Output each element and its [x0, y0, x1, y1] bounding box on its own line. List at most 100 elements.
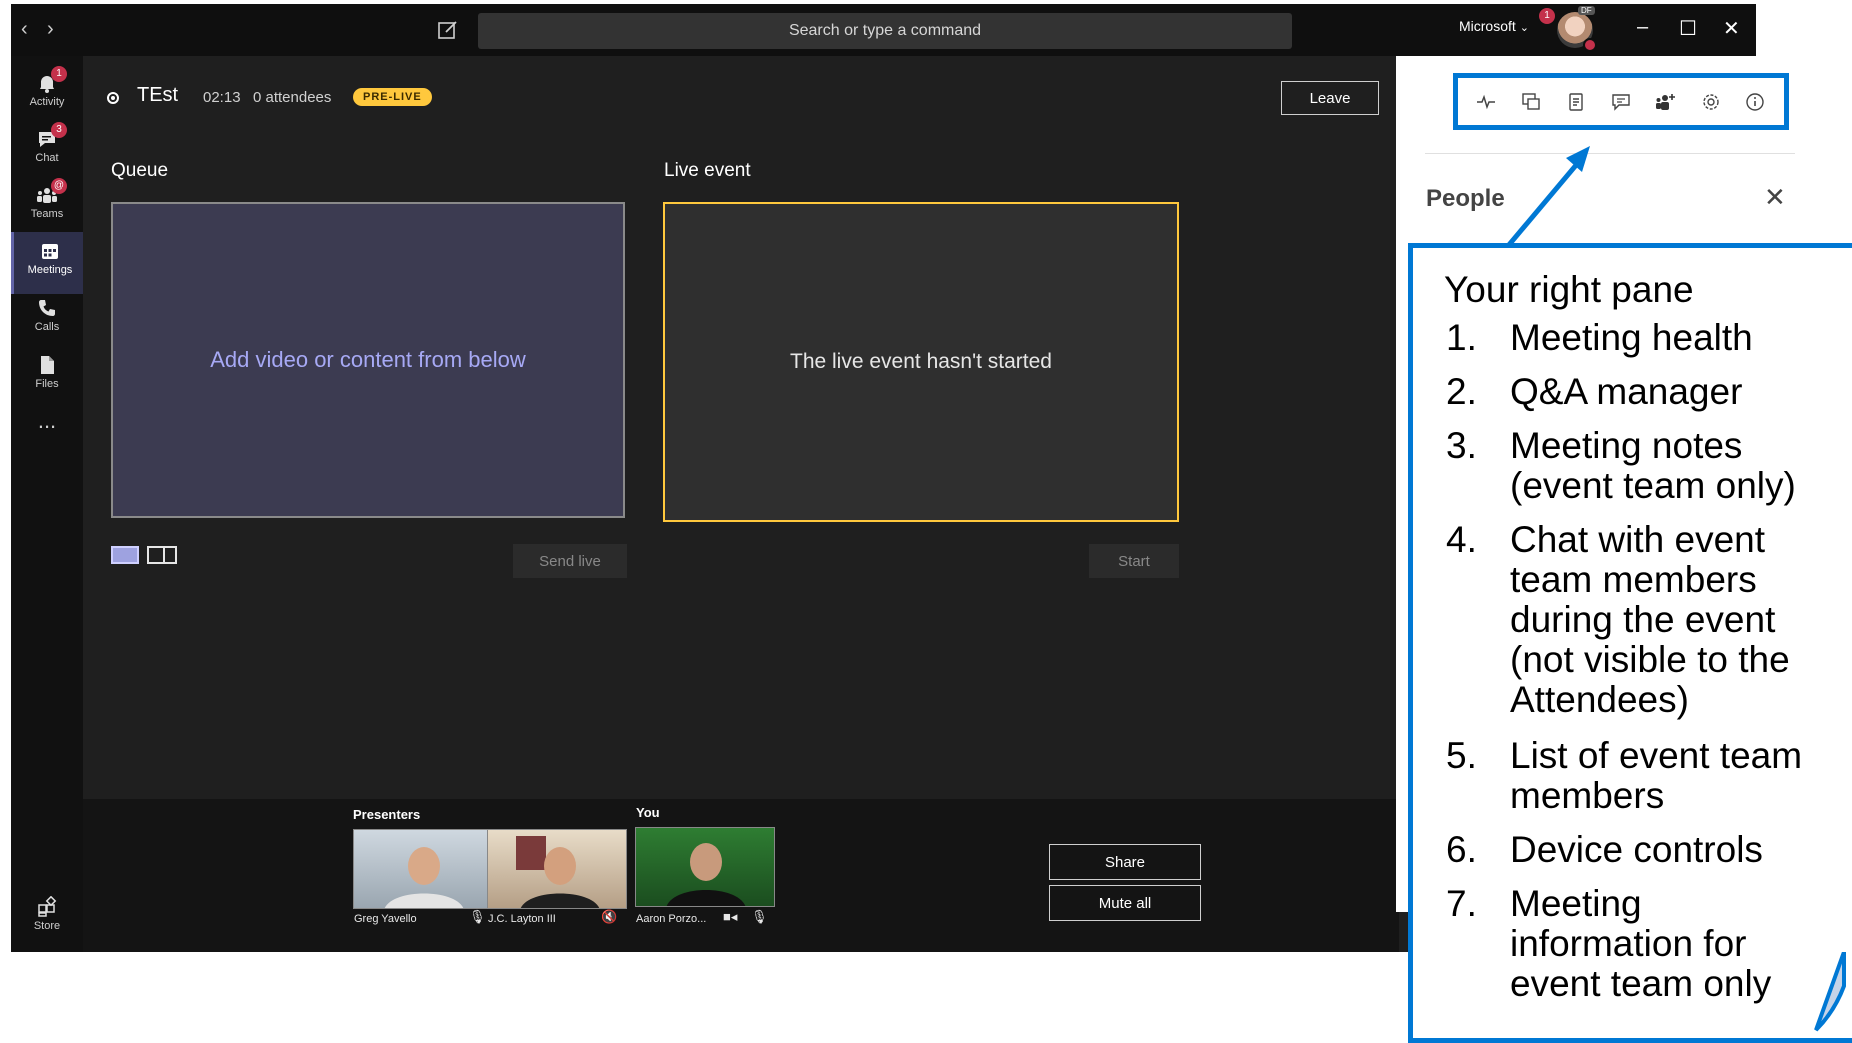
chat-icon[interactable] — [1610, 91, 1632, 113]
device-settings-icon[interactable] — [1700, 91, 1722, 113]
maximize-icon[interactable]: ☐ — [1679, 16, 1697, 41]
event-timer: 02:13 — [203, 89, 241, 106]
file-icon — [41, 356, 54, 374]
rail-item-files[interactable]: Files — [11, 346, 83, 408]
mute-all-button[interactable]: Mute all — [1049, 885, 1201, 921]
minimize-icon[interactable]: – — [1637, 16, 1648, 39]
callout-item-text: Attendees) — [1510, 679, 1689, 720]
rail-label: Activity — [29, 96, 65, 108]
close-icon[interactable]: ✕ — [1764, 182, 1786, 213]
presenter-video — [385, 847, 463, 908]
presenter-name: Greg Yavello — [354, 913, 417, 925]
more-apps-icon[interactable]: ... — [11, 408, 83, 470]
participant-strip: Presenters You Greg Yavello 🎙 J.C. Layto… — [83, 799, 1399, 952]
callout-item-number: 3. — [1446, 425, 1477, 466]
callout-item-text: (event team only) — [1510, 465, 1796, 506]
avatar-initials: DF — [1578, 6, 1595, 15]
start-button[interactable]: Start — [1089, 544, 1179, 578]
rail-item-meetings[interactable]: Meetings — [11, 232, 86, 294]
compose-icon[interactable] — [436, 18, 460, 42]
rail-item-chat[interactable]: Chat 3 — [11, 120, 83, 182]
org-notification-badge: 1 — [1539, 8, 1555, 24]
activity-badge: 1 — [51, 66, 67, 82]
calendar-icon — [42, 244, 58, 259]
store-icon — [38, 896, 57, 917]
self-video-tile[interactable] — [635, 827, 775, 907]
rail-item-teams[interactable]: Teams @ — [11, 176, 83, 238]
qa-manager-icon[interactable] — [1520, 91, 1542, 113]
callout-item-number: 2. — [1446, 371, 1477, 412]
forward-arrow-icon[interactable]: › — [47, 18, 54, 41]
callout-item-number: 1. — [1446, 317, 1477, 358]
callout-item-text: event team only — [1510, 963, 1772, 1004]
rail-label: Files — [35, 378, 59, 390]
queue-placeholder: Add video or content from below — [210, 347, 526, 372]
callout-item-text: information for — [1510, 923, 1747, 964]
microphone-icon[interactable]: 🎙 — [751, 909, 768, 925]
live-event-message: The live event hasn't started — [790, 350, 1052, 373]
right-pane-toolbar — [1453, 73, 1789, 130]
live-event-icon — [107, 92, 119, 104]
callout-title: Your right pane — [1444, 269, 1694, 310]
single-layout-button[interactable] — [111, 546, 139, 564]
teams-mention-badge: @ — [51, 178, 67, 194]
presenters-label: Presenters — [353, 807, 421, 822]
close-window-icon[interactable]: ✕ — [1723, 16, 1740, 41]
callout-item-number: 5. — [1446, 735, 1477, 776]
microphone-icon[interactable]: 🎙 — [469, 909, 486, 925]
pane-divider — [1425, 153, 1795, 154]
presenter-name: J.C. Layton III — [488, 913, 556, 925]
callout-item-text: Q&A manager — [1510, 371, 1743, 412]
org-name: Microsoft — [1459, 18, 1516, 34]
split-layout-button[interactable] — [147, 546, 177, 564]
callout-item-number: 7. — [1446, 883, 1477, 924]
meeting-notes-icon[interactable] — [1565, 91, 1587, 113]
live-event-main: TEst 02:13 0 attendees PRE-LIVE Leave Qu… — [83, 56, 1399, 799]
callout-item-number: 4. — [1446, 519, 1477, 560]
callout-item-text: (not visible to the — [1510, 639, 1790, 680]
org-switcher[interactable]: Microsoft ⌄ — [1459, 18, 1529, 34]
info-icon[interactable] — [1744, 91, 1766, 113]
rail-label: Chat — [35, 152, 59, 164]
rail-item-calls[interactable]: Calls — [11, 289, 83, 351]
presenter-video — [516, 836, 599, 908]
attendee-count: 0 attendees — [253, 89, 332, 106]
rail-item-activity[interactable]: Activity 1 — [11, 64, 83, 126]
callout-item-text: Device controls — [1510, 829, 1763, 870]
share-button[interactable]: Share — [1049, 844, 1201, 880]
you-label: You — [636, 805, 660, 820]
title-bar: ‹ › Search or type a command Microsoft ⌄… — [11, 4, 1756, 56]
callout-item-text: List of event team — [1510, 735, 1803, 776]
callout-item-text: Meeting notes — [1510, 425, 1743, 466]
presenter-tile[interactable] — [487, 829, 627, 909]
callout-item-number: 6. — [1446, 829, 1477, 870]
app-rail: Activity 1 Chat 3 Teams @ Meetings Calls… — [11, 56, 86, 952]
rail-item-store[interactable]: Store — [11, 888, 83, 950]
callout-item-text: team members — [1510, 559, 1757, 600]
queue-title: Queue — [111, 160, 169, 181]
event-title: TEst — [137, 84, 179, 106]
search-input[interactable]: Search or type a command — [478, 13, 1292, 49]
microphone-muted-icon[interactable]: 🔇 — [601, 909, 617, 925]
rail-label: Calls — [34, 321, 60, 333]
leave-button[interactable]: Leave — [1281, 81, 1379, 115]
callout-item-text: Meeting — [1510, 883, 1642, 924]
queue-preview[interactable]: Add video or content from below — [111, 202, 625, 518]
page-curl-decoration — [1788, 952, 1846, 1034]
camera-icon[interactable]: ■◂ — [723, 909, 737, 925]
self-video — [667, 843, 745, 906]
callout-item-text: Meeting health — [1510, 317, 1753, 358]
presenter-tile[interactable] — [353, 829, 493, 909]
chat-badge: 3 — [51, 122, 67, 138]
phone-icon — [39, 300, 55, 316]
callout-item-text: during the event — [1510, 599, 1776, 640]
rail-label: Store — [33, 920, 61, 932]
rail-label: Teams — [30, 208, 64, 220]
send-live-button[interactable]: Send live — [513, 544, 627, 578]
back-arrow-icon[interactable]: ‹ — [21, 18, 28, 41]
team-members-icon[interactable] — [1655, 91, 1677, 113]
meeting-health-icon[interactable] — [1475, 91, 1497, 113]
status-badge: PRE-LIVE — [353, 88, 432, 106]
live-event-preview: The live event hasn't started — [663, 202, 1179, 522]
rail-label: Meetings — [27, 264, 73, 276]
